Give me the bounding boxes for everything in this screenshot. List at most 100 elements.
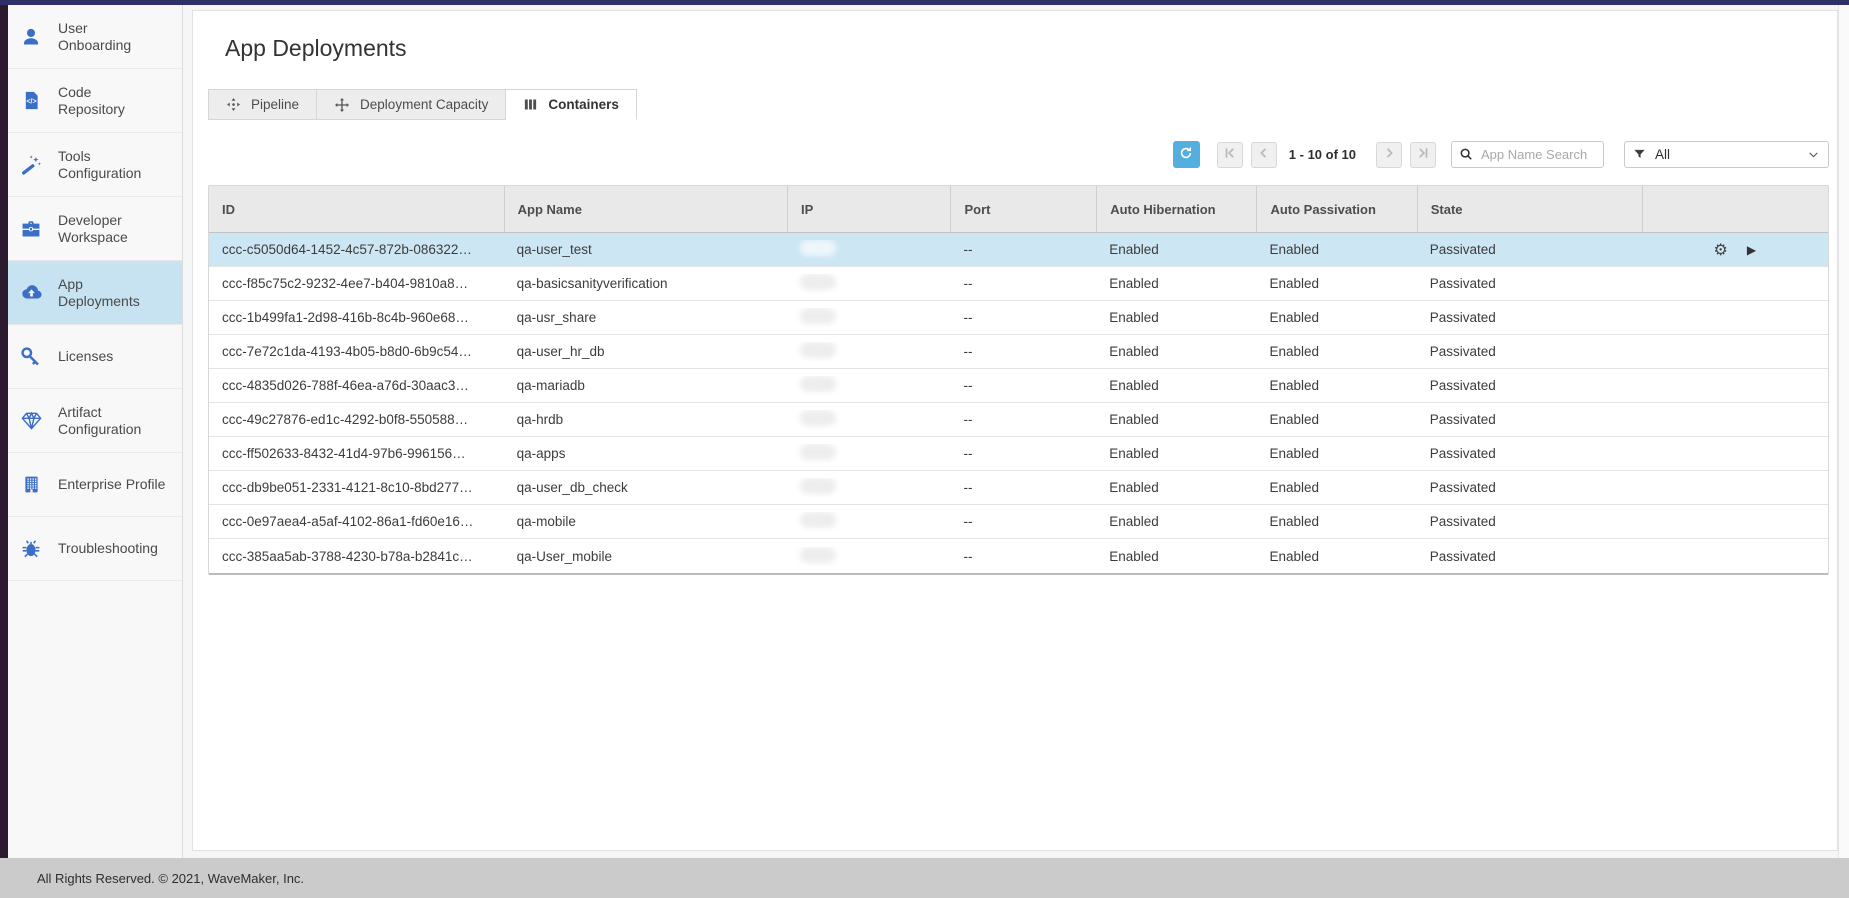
cell-id: ccc-db9be051-2331-4121-8c10-8bd277… bbox=[209, 480, 504, 495]
cell-port: -- bbox=[950, 549, 1096, 564]
header-cell-auto-passivation: Auto Passivation bbox=[1256, 186, 1416, 232]
table-row[interactable]: ccc-db9be051-2331-4121-8c10-8bd277…qa-us… bbox=[209, 471, 1828, 505]
cell-auto-passivation: Enabled bbox=[1256, 276, 1416, 291]
table-row[interactable]: ccc-49c27876-ed1c-4292-b0f8-550588…qa-hr… bbox=[209, 403, 1828, 437]
ip-redacted-blur bbox=[800, 376, 836, 392]
cell-ip bbox=[787, 478, 951, 497]
header-cell-id: ID bbox=[209, 186, 504, 232]
next-page-icon bbox=[1382, 146, 1396, 163]
sidebar-item-developer-workspace[interactable]: Developer Workspace bbox=[8, 197, 182, 261]
sidebar-item-app-deployments[interactable]: App Deployments bbox=[8, 261, 182, 325]
table-row[interactable]: ccc-c5050d64-1452-4c57-872b-086322…qa-us… bbox=[209, 233, 1828, 267]
cell-id: ccc-4835d026-788f-46ea-a76d-30aac3… bbox=[209, 378, 504, 393]
filter-value: All bbox=[1655, 147, 1670, 162]
cell-ip bbox=[787, 547, 951, 566]
header-cell-port: Port bbox=[950, 186, 1096, 232]
sidebar-item-artifact-configuration[interactable]: Artifact Configuration bbox=[8, 389, 182, 453]
table-row[interactable]: ccc-0e97aea4-a5af-4102-86a1-fd60e16…qa-m… bbox=[209, 505, 1828, 539]
diamond-icon bbox=[19, 409, 43, 433]
sidebar-item-code-repository[interactable]: </>Code Repository bbox=[8, 69, 182, 133]
cell-app-name: qa-User_mobile bbox=[504, 549, 787, 564]
next-page-button[interactable] bbox=[1376, 142, 1402, 168]
user-icon bbox=[19, 25, 43, 49]
table-row[interactable]: ccc-4835d026-788f-46ea-a76d-30aac3…qa-ma… bbox=[209, 369, 1828, 403]
tab-deployment-capacity[interactable]: Deployment Capacity bbox=[317, 89, 506, 120]
left-rail bbox=[0, 5, 8, 858]
toolbar: 1 - 10 of 10 All bbox=[208, 141, 1829, 168]
cell-ip bbox=[787, 376, 951, 395]
refresh-icon bbox=[1178, 145, 1194, 164]
cell-app-name: qa-basicsanityverification bbox=[504, 276, 787, 291]
scrollbar-track[interactable] bbox=[1838, 5, 1849, 858]
content-area: User Onboarding </>Code Repository Tools C… bbox=[0, 5, 1849, 858]
last-page-button[interactable] bbox=[1410, 142, 1436, 168]
code-icon: </> bbox=[19, 89, 43, 113]
cell-state: Passivated bbox=[1417, 378, 1642, 393]
sidebar: User Onboarding </>Code Repository Tools C… bbox=[8, 5, 183, 858]
sidebar-item-enterprise-profile[interactable]: Enterprise Profile bbox=[8, 453, 182, 517]
first-page-button[interactable] bbox=[1217, 142, 1243, 168]
cell-auto-passivation: Enabled bbox=[1256, 378, 1416, 393]
table-row[interactable]: ccc-1b499fa1-2d98-416b-8c4b-960e68…qa-us… bbox=[209, 301, 1828, 335]
table-row[interactable]: ccc-ff502633-8432-41d4-97b6-996156…qa-ap… bbox=[209, 437, 1828, 471]
cell-auto-passivation: Enabled bbox=[1256, 242, 1416, 257]
sidebar-item-label: Developer Workspace bbox=[58, 212, 128, 246]
play-icon[interactable]: ▶ bbox=[1747, 244, 1756, 256]
cell-port: -- bbox=[950, 310, 1096, 325]
header-cell-state: State bbox=[1417, 186, 1642, 232]
last-page-icon bbox=[1416, 146, 1430, 163]
wand-icon bbox=[19, 153, 43, 177]
cell-auto-passivation: Enabled bbox=[1256, 514, 1416, 529]
sidebar-item-label: User Onboarding bbox=[58, 20, 131, 54]
ip-redacted-blur bbox=[800, 547, 836, 563]
move-icon bbox=[334, 97, 350, 113]
cell-state: Passivated bbox=[1417, 446, 1642, 461]
main-area: App Deployments Pipeline Deployment Capac… bbox=[183, 5, 1838, 858]
table-row[interactable]: ccc-7e72c1da-4193-4b05-b8d0-6b9c54…qa-us… bbox=[209, 335, 1828, 369]
header-cell-auto-hibernation: Auto Hibernation bbox=[1096, 186, 1256, 232]
filter-select[interactable]: All bbox=[1624, 141, 1829, 168]
page-title: App Deployments bbox=[225, 33, 1829, 63]
refresh-button[interactable] bbox=[1173, 141, 1200, 168]
footer: All Rights Reserved. © 2021, WaveMaker, … bbox=[0, 858, 1849, 898]
cell-ip bbox=[787, 274, 951, 293]
cell-state: Passivated bbox=[1417, 514, 1642, 529]
cell-ip bbox=[787, 444, 951, 463]
table-row[interactable]: ccc-385aa5ab-3788-4230-b78a-b2841c…qa-Us… bbox=[209, 539, 1828, 573]
sidebar-item-licenses[interactable]: Licenses bbox=[8, 325, 182, 389]
gear-icon[interactable]: ⚙ bbox=[1714, 242, 1728, 258]
cell-auto-hibernation: Enabled bbox=[1096, 549, 1256, 564]
tab-pipeline[interactable]: Pipeline bbox=[208, 89, 317, 120]
table-row[interactable]: ccc-f85c75c2-9232-4ee7-b404-9810a8…qa-ba… bbox=[209, 267, 1828, 301]
prev-page-button[interactable] bbox=[1251, 142, 1277, 168]
first-page-icon bbox=[1223, 146, 1237, 163]
tab-label: Pipeline bbox=[251, 97, 299, 112]
prev-page-icon bbox=[1257, 146, 1271, 163]
cell-auto-passivation: Enabled bbox=[1256, 412, 1416, 427]
cell-auto-hibernation: Enabled bbox=[1096, 480, 1256, 495]
cell-port: -- bbox=[950, 344, 1096, 359]
sidebar-item-label: Enterprise Profile bbox=[58, 476, 165, 493]
sidebar-item-tools-configuration[interactable]: Tools Configuration bbox=[8, 133, 182, 197]
briefcase-icon bbox=[19, 217, 43, 241]
app-root: User Onboarding </>Code Repository Tools C… bbox=[0, 0, 1849, 898]
cell-app-name: qa-user_hr_db bbox=[504, 344, 787, 359]
app-name-search-input[interactable] bbox=[1451, 141, 1604, 168]
search-box bbox=[1451, 141, 1604, 168]
sidebar-item-troubleshooting[interactable]: Troubleshooting bbox=[8, 517, 182, 581]
ip-redacted-blur bbox=[800, 274, 836, 290]
svg-text:</>: </> bbox=[26, 99, 36, 106]
cell-state: Passivated bbox=[1417, 549, 1642, 564]
sidebar-item-label: Tools Configuration bbox=[58, 148, 141, 182]
cell-state: Passivated bbox=[1417, 276, 1642, 291]
copyright-text: All Rights Reserved. © 2021, WaveMaker, … bbox=[37, 871, 304, 886]
tab-containers[interactable]: Containers bbox=[506, 89, 637, 120]
cell-id: ccc-0e97aea4-a5af-4102-86a1-fd60e16… bbox=[209, 514, 504, 529]
filter-funnel-icon bbox=[1633, 148, 1646, 161]
ip-redacted-blur bbox=[800, 512, 836, 528]
cell-port: -- bbox=[950, 276, 1096, 291]
sidebar-item-user-onboarding[interactable]: User Onboarding bbox=[8, 5, 182, 69]
cell-port: -- bbox=[950, 378, 1096, 393]
cell-ip bbox=[787, 308, 951, 327]
ip-redacted-blur bbox=[800, 240, 836, 256]
